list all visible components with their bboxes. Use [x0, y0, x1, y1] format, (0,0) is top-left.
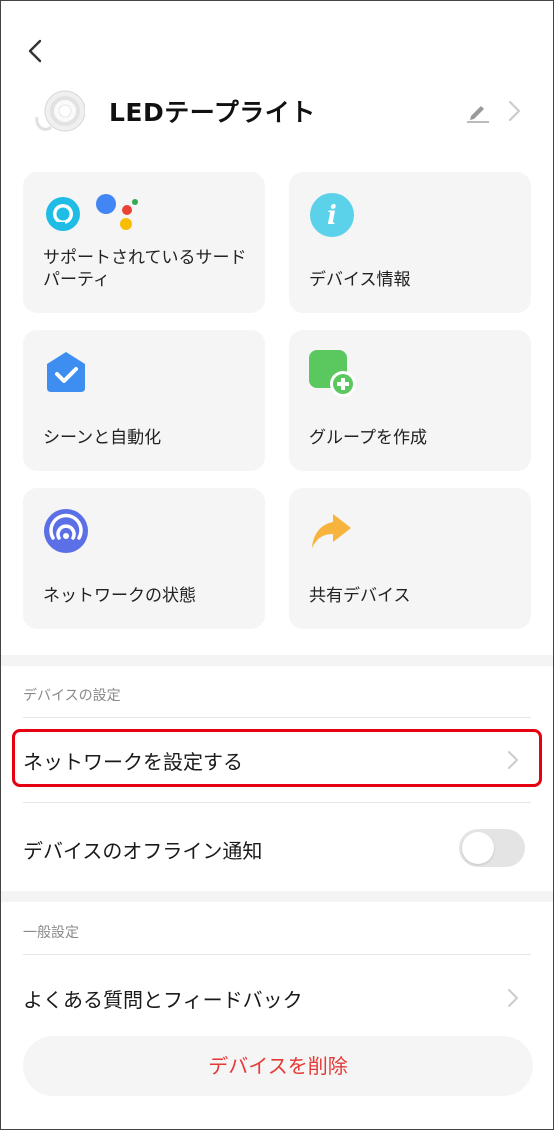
section-separator: [1, 891, 553, 902]
card-label: ネットワークの状態: [43, 586, 196, 606]
card-label: グループを作成: [309, 428, 427, 448]
card-third-party[interactable]: サポートされているサードパーティ: [23, 172, 265, 313]
divider: [23, 954, 531, 955]
device-settings-section-label: デバイスの設定: [23, 688, 121, 704]
device-title: LEDテープライト: [109, 98, 316, 127]
section-separator: [1, 655, 553, 666]
faq-feedback-row[interactable]: よくある質問とフィードバック: [23, 984, 303, 1013]
card-label: 共有デバイス: [309, 586, 411, 606]
screen: LEDテープライト サポートされているサードパーティ i デバイス情報 シーンと…: [0, 0, 554, 1130]
header-chevron-right-icon[interactable]: [504, 98, 524, 124]
share-arrow-icon: [312, 514, 351, 548]
delete-device-button[interactable]: デバイスを削除: [23, 1036, 533, 1096]
scene-check-icon: [47, 352, 85, 392]
card-device-info[interactable]: i デバイス情報: [289, 172, 531, 313]
svg-text:i: i: [327, 201, 337, 231]
general-settings-section-label: 一般設定: [23, 925, 79, 941]
back-arrow-icon[interactable]: [23, 37, 51, 65]
toggle-knob: [462, 832, 494, 864]
card-share-device[interactable]: 共有デバイス: [289, 488, 531, 629]
divider: [23, 802, 531, 803]
info-icon: i: [310, 193, 354, 237]
offline-notification-label: デバイスのオフライン通知: [23, 839, 263, 863]
highlight-box: [12, 729, 542, 787]
led-strip-thumbnail: [35, 90, 85, 132]
network-signal-icon: [44, 509, 88, 553]
group-add-icon: [309, 350, 356, 397]
divider: [23, 717, 531, 718]
card-network-status[interactable]: ネットワークの状態: [23, 488, 265, 629]
card-label: シーンと自動化: [43, 428, 162, 448]
edit-pencil-icon[interactable]: [465, 98, 491, 124]
chevron-right-icon[interactable]: [505, 986, 521, 1010]
card-create-group[interactable]: グループを作成: [289, 330, 531, 471]
offline-notification-toggle[interactable]: [459, 829, 525, 867]
card-scene-automation[interactable]: シーンと自動化: [23, 330, 265, 471]
device-header: LEDテープライト: [1, 81, 553, 141]
alexa-google-assistant-icon: [46, 194, 138, 231]
card-label: サポートされているサードパーティ: [43, 248, 247, 290]
card-label: デバイス情報: [309, 270, 411, 290]
